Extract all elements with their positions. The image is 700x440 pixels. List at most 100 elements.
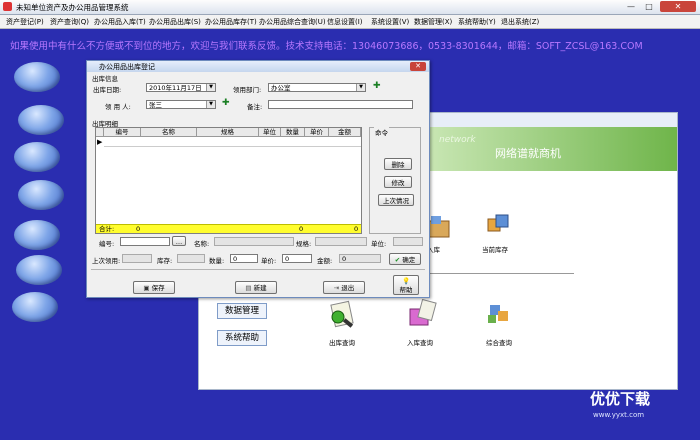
name-label: 名称: [194,240,210,248]
section-out-info: 出库信息 [92,75,118,83]
amount-label: 金额: [317,257,333,265]
minimize-button[interactable]: — [624,1,638,12]
help-button[interactable]: 💡 帮助 [393,275,419,295]
command-group: 命令 删除 修改 上次情况 [369,127,421,234]
decor-bubble [16,255,62,285]
out-query-icon[interactable] [325,299,355,328]
decor-bubble [18,105,64,135]
qty-input[interactable]: 0 [230,254,258,263]
exit-button[interactable]: ⇥ 退出 [323,281,365,294]
price-input[interactable]: 0 [282,254,312,263]
decor-bubble [12,292,58,322]
total-amount-value: 0 [354,225,359,233]
name-field [214,237,294,246]
menu-supply-stock[interactable]: 办公用品库存(T) [205,17,257,27]
menu-bar: 资产登记(P) 资产查询(Q) 办公用品入库(T) 办公用品出库(S) 办公用品… [0,15,700,29]
unit-field [393,237,423,246]
price-label: 单价: [261,257,277,265]
new-document-icon: ▤ [245,284,252,292]
supply-out-dialog: 办公用品出库登记 ✕ 出库信息 出库日期: 2010年11月17日 ▼ 领用部门:… [86,60,430,298]
unit-label: 单位: [371,240,387,248]
code-input[interactable] [120,237,170,246]
decor-bubble [18,180,64,210]
combined-query-label: 综合查询 [486,339,512,347]
date-picker[interactable]: 2010年11月17日 ▼ [146,83,216,92]
system-help-button[interactable]: 系统帮助 [217,330,267,346]
add-dept-icon[interactable]: ✚ [373,81,381,91]
combined-query-icon[interactable] [484,297,514,325]
menu-asset-query[interactable]: 资产查询(Q) [50,17,89,27]
watermark-logo: 优优下载 [590,390,651,408]
row-indicator-header [96,128,104,136]
close-button[interactable]: ✕ [660,1,696,12]
confirm-button[interactable]: ✔ 确定 [389,253,421,265]
menu-asset-register[interactable]: 资产登记(P) [6,17,44,27]
in-query-icon[interactable] [404,298,437,327]
window-titlebar: 未知单位资产及办公用品管理系统 — □ ✕ [0,0,700,15]
stock-label: 库存: [157,257,173,265]
new-button[interactable]: ▤ 新建 [235,281,277,294]
dept-select[interactable]: 办公室 ▼ [268,83,366,92]
data-management-button[interactable]: 数据管理 [217,303,267,319]
last-use-field [122,254,152,263]
header-chinese-text: 网络谱就商机 [495,147,561,160]
add-user-icon[interactable]: ✚ [222,98,230,108]
stock-field [177,254,205,263]
dept-label: 领用部门: [233,86,262,94]
menu-supply-out[interactable]: 办公用品出库(S) [149,17,201,27]
decor-bubble [14,142,60,172]
current-stock-icon[interactable] [482,209,512,237]
table-row[interactable] [104,137,361,147]
menu-supply-query[interactable]: 办公用品综合查询(U) [259,17,326,27]
check-icon: ✔ [394,256,401,264]
spec-field [315,237,367,246]
note-label: 备注: [247,103,263,111]
header-english-text: network [439,135,476,145]
modify-button[interactable]: 修改 [384,176,412,188]
save-button[interactable]: ▣ 保存 [133,281,175,294]
watermark-url: www.yyxt.com [593,411,645,419]
browse-button[interactable]: … [172,236,186,246]
maximize-button[interactable]: □ [642,1,656,12]
delete-button[interactable]: 删除 [384,158,412,170]
col-unit: 单位 [259,128,281,136]
decor-bubble [14,220,60,250]
user-label: 领 用 人: [105,103,131,111]
menu-system-help[interactable]: 系统帮助(Y) [458,17,496,27]
command-label: 命令 [374,127,389,137]
qty-label: 数量: [209,257,225,265]
save-icon: ▣ [143,284,150,292]
menu-data-management[interactable]: 数据管理(X) [414,17,452,27]
table-total-row: 合计: 0 0 0 [96,224,361,233]
main-panel-header: network 网络谱就商机 [429,127,677,171]
col-price: 单价 [305,128,329,136]
code-label: 编号: [99,240,115,248]
dialog-close-button[interactable]: ✕ [410,62,426,71]
last-use-label: 上次领用: [92,257,121,265]
menu-info-settings[interactable]: 信息设置(I) [327,17,363,27]
out-query-label: 出库查询 [329,339,355,347]
table-header: 编号 名称 规格 单位 数量 单价 金额 [96,128,361,137]
date-label: 出库日期: [93,86,122,94]
exit-door-icon: ⇥ [333,284,340,292]
total-left-value: 0 [136,225,141,233]
app-icon [3,2,12,11]
window-title: 未知单位资产及办公用品管理系统 [16,3,129,12]
divider [91,269,425,270]
dialog-title: 办公用品出库登记 [99,63,155,71]
detail-table[interactable]: 编号 名称 规格 单位 数量 单价 金额 ▶ 合计: 0 0 0 [95,127,362,234]
in-query-label: 入库查询 [407,339,433,347]
menu-exit[interactable]: 退出系统(Z) [501,17,539,27]
lightbulb-icon: 💡 [401,277,411,285]
total-qty-value: 0 [299,225,304,233]
menu-supply-in[interactable]: 办公用品入库(T) [94,17,146,27]
last-record-button[interactable]: 上次情况 [378,194,414,206]
menu-system-settings[interactable]: 系统设置(V) [371,17,409,27]
amount-field: 0 [339,254,381,263]
col-amount: 金额 [329,128,361,136]
user-select[interactable]: 张三 ▼ [146,100,216,109]
support-banner: 如果使用中有什么不方便或不到位的地方，欢迎与我们联系反馈。技术支持电话：1304… [10,41,643,52]
note-input[interactable] [268,100,413,109]
current-stock-label: 当前库存 [482,246,508,254]
total-label: 合计: [99,225,115,233]
